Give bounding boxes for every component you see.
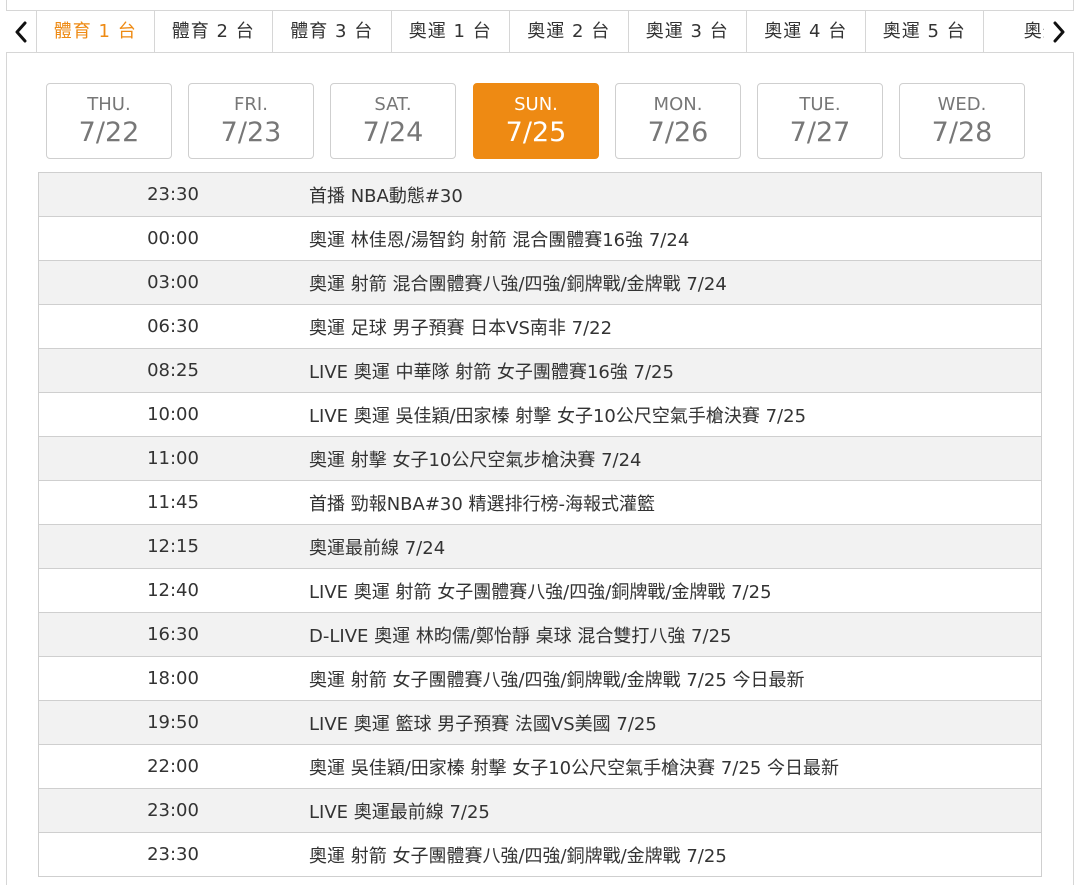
date-button-4[interactable]: MON. 7/26 <box>615 83 741 159</box>
tab-channel-1[interactable]: 體育 2 台 <box>155 11 273 52</box>
schedule-program-title: LIVE 奧運 吳佳穎/田家榛 射擊 女子10公尺空氣手槍決賽 7/25 <box>309 405 807 427</box>
schedule-program-title: LIVE 奧運 射箭 女子團體賽八強/四強/銅牌戰/金牌戰 7/25 <box>309 581 772 603</box>
schedule-time: 18:00 <box>147 668 199 689</box>
schedule-time: 23:30 <box>147 184 199 205</box>
tab-channel-0[interactable]: 體育 1 台 <box>36 11 155 52</box>
schedule-row: 12:40 LIVE 奧運 射箭 女子團體賽八強/四強/銅牌戰/金牌戰 7/25 <box>39 569 1041 613</box>
schedule-program-title: 奧運 射擊 女子10公尺空氣步槍決賽 7/24 <box>309 449 642 471</box>
schedule-row: 03:00 奧運 射箭 混合團體賽八強/四強/銅牌戰/金牌戰 7/24 <box>39 261 1041 305</box>
schedule-row: 10:00 LIVE 奧運 吳佳穎/田家榛 射擊 女子10公尺空氣手槍決賽 7/2… <box>39 393 1041 437</box>
schedule-program-title: 奧運 林佳恩/湯智鈞 射箭 混合團體賽16強 7/24 <box>309 229 690 251</box>
date-month-day: 7/27 <box>789 117 851 148</box>
schedule-time: 08:25 <box>147 360 199 381</box>
date-month-day: 7/28 <box>931 117 993 148</box>
schedule-time: 11:45 <box>147 492 199 513</box>
schedule-time: 03:00 <box>147 272 199 293</box>
date-button-3[interactable]: SUN. 7/25 <box>473 83 599 159</box>
schedule-time: 23:00 <box>147 800 199 821</box>
tab-channel-7[interactable]: 奧運 5 台 <box>866 11 984 52</box>
date-month-day: 7/23 <box>220 117 282 148</box>
schedule-time: 19:50 <box>147 712 199 733</box>
schedule-row: 23:30 奧運 射箭 女子團體賽八強/四強/銅牌戰/金牌戰 7/25 <box>39 833 1041 877</box>
schedule-row: 23:00 LIVE 奧運最前線 7/25 <box>39 789 1041 833</box>
date-month-day: 7/22 <box>78 117 140 148</box>
date-weekday: WED. <box>937 94 987 115</box>
schedule-time: 06:30 <box>147 316 199 337</box>
schedule-program-title: LIVE 奧運最前線 7/25 <box>309 801 490 823</box>
schedule-program-title: 奧運 足球 男子預賽 日本VS南非 7/22 <box>309 317 613 339</box>
schedule-row: 11:00 奧運 射擊 女子10公尺空氣步槍決賽 7/24 <box>39 437 1041 481</box>
date-month-day: 7/24 <box>362 117 424 148</box>
schedule-time: 12:40 <box>147 580 199 601</box>
date-button-6[interactable]: WED. 7/28 <box>899 83 1025 159</box>
schedule-program-title: 奧運 射箭 女子團體賽八強/四強/銅牌戰/金牌戰 7/25 <box>309 845 727 867</box>
schedule-program-title: 奧運最前線 7/24 <box>309 537 446 559</box>
schedule-time: 23:30 <box>147 844 199 865</box>
schedule-row: 11:45 首播 勁報NBA#30 精選排行榜-海報式灌籃 <box>39 481 1041 525</box>
tab-channel-2[interactable]: 體育 3 台 <box>273 11 392 52</box>
date-button-0[interactable]: THU. 7/22 <box>46 83 172 159</box>
next-channel-button[interactable] <box>1044 11 1074 52</box>
date-weekday: SAT. <box>374 94 412 115</box>
schedule-time: 16:30 <box>147 624 199 645</box>
date-button-2[interactable]: SAT. 7/24 <box>330 83 456 159</box>
date-weekday: THU. <box>87 94 131 115</box>
schedule-row: 19:50 LIVE 奧運 籃球 男子預賽 法國VS美國 7/25 <box>39 701 1041 745</box>
schedule-program-title: 奧運 射箭 混合團體賽八強/四強/銅牌戰/金牌戰 7/24 <box>309 273 727 295</box>
chevron-left-icon <box>15 21 27 42</box>
schedule-table: 23:30 首播 NBA動態#30 00:00 奧運 林佳恩/湯智鈞 射箭 混合團體賽… <box>38 172 1042 877</box>
schedule-time: 11:00 <box>147 448 199 469</box>
schedule-time: 10:00 <box>147 404 199 425</box>
schedule-program-title: 奧運 吳佳穎/田家榛 射擊 女子10公尺空氣手槍決賽 7/25 今日最新 <box>309 757 839 779</box>
date-month-day: 7/26 <box>647 117 709 148</box>
tab-channel-3[interactable]: 奧運 1 台 <box>392 11 510 52</box>
schedule-program-title: 首播 NBA動態#30 <box>309 185 463 207</box>
chevron-right-icon <box>1053 21 1065 42</box>
schedule-row: 12:15 奧運最前線 7/24 <box>39 525 1041 569</box>
schedule-row: 23:30 首播 NBA動態#30 <box>39 173 1041 217</box>
schedule-program-title: LIVE 奧運 籃球 男子預賽 法國VS美國 7/25 <box>309 713 657 735</box>
date-weekday: MON. <box>653 94 703 115</box>
schedule-row: 08:25 LIVE 奧運 中華隊 射箭 女子團體賽16強 7/25 <box>39 349 1041 393</box>
date-weekday: TUE. <box>799 94 841 115</box>
tab-channel-4[interactable]: 奧運 2 台 <box>510 11 629 52</box>
date-button-1[interactable]: FRI. 7/23 <box>188 83 314 159</box>
schedule-time: 12:15 <box>147 536 199 557</box>
schedule-row: 22:00 奧運 吳佳穎/田家榛 射擊 女子10公尺空氣手槍決賽 7/25 今日最… <box>39 745 1041 789</box>
tab-channel-6[interactable]: 奧運 4 台 <box>747 11 866 52</box>
channel-tab-bar: 體育 1 台體育 2 台體育 3 台奧運 1 台奧運 2 台奧運 3 台奧運 4… <box>6 10 1074 53</box>
date-weekday: FRI. <box>234 94 268 115</box>
tab-channel-8[interactable]: 奧運 <box>984 11 1044 52</box>
schedule-time: 00:00 <box>147 228 199 249</box>
schedule-row: 18:00 奧運 射箭 女子團體賽八強/四強/銅牌戰/金牌戰 7/25 今日最新 <box>39 657 1041 701</box>
tab-channel-5[interactable]: 奧運 3 台 <box>629 11 747 52</box>
schedule-row: 06:30 奧運 足球 男子預賽 日本VS南非 7/22 <box>39 305 1041 349</box>
schedule-row: 16:30 D-LIVE 奧運 林昀儒/鄭怡靜 桌球 混合雙打八強 7/25 <box>39 613 1041 657</box>
date-weekday: SUN. <box>514 94 558 115</box>
schedule-row: 00:00 奧運 林佳恩/湯智鈞 射箭 混合團體賽16強 7/24 <box>39 217 1041 261</box>
schedule-program-title: LIVE 奧運 中華隊 射箭 女子團體賽16強 7/25 <box>309 361 674 383</box>
prev-channel-button[interactable] <box>6 11 36 52</box>
date-button-5[interactable]: TUE. 7/27 <box>757 83 883 159</box>
channel-tabs: 體育 1 台體育 2 台體育 3 台奧運 1 台奧運 2 台奧運 3 台奧運 4… <box>36 11 1044 52</box>
date-month-day: 7/25 <box>505 117 567 148</box>
schedule-time: 22:00 <box>147 756 199 777</box>
schedule-program-title: 奧運 射箭 女子團體賽八強/四強/銅牌戰/金牌戰 7/25 今日最新 <box>309 669 805 691</box>
schedule-program-title: D-LIVE 奧運 林昀儒/鄭怡靜 桌球 混合雙打八強 7/25 <box>309 625 732 647</box>
schedule-program-title: 首播 勁報NBA#30 精選排行榜-海報式灌籃 <box>309 493 656 515</box>
